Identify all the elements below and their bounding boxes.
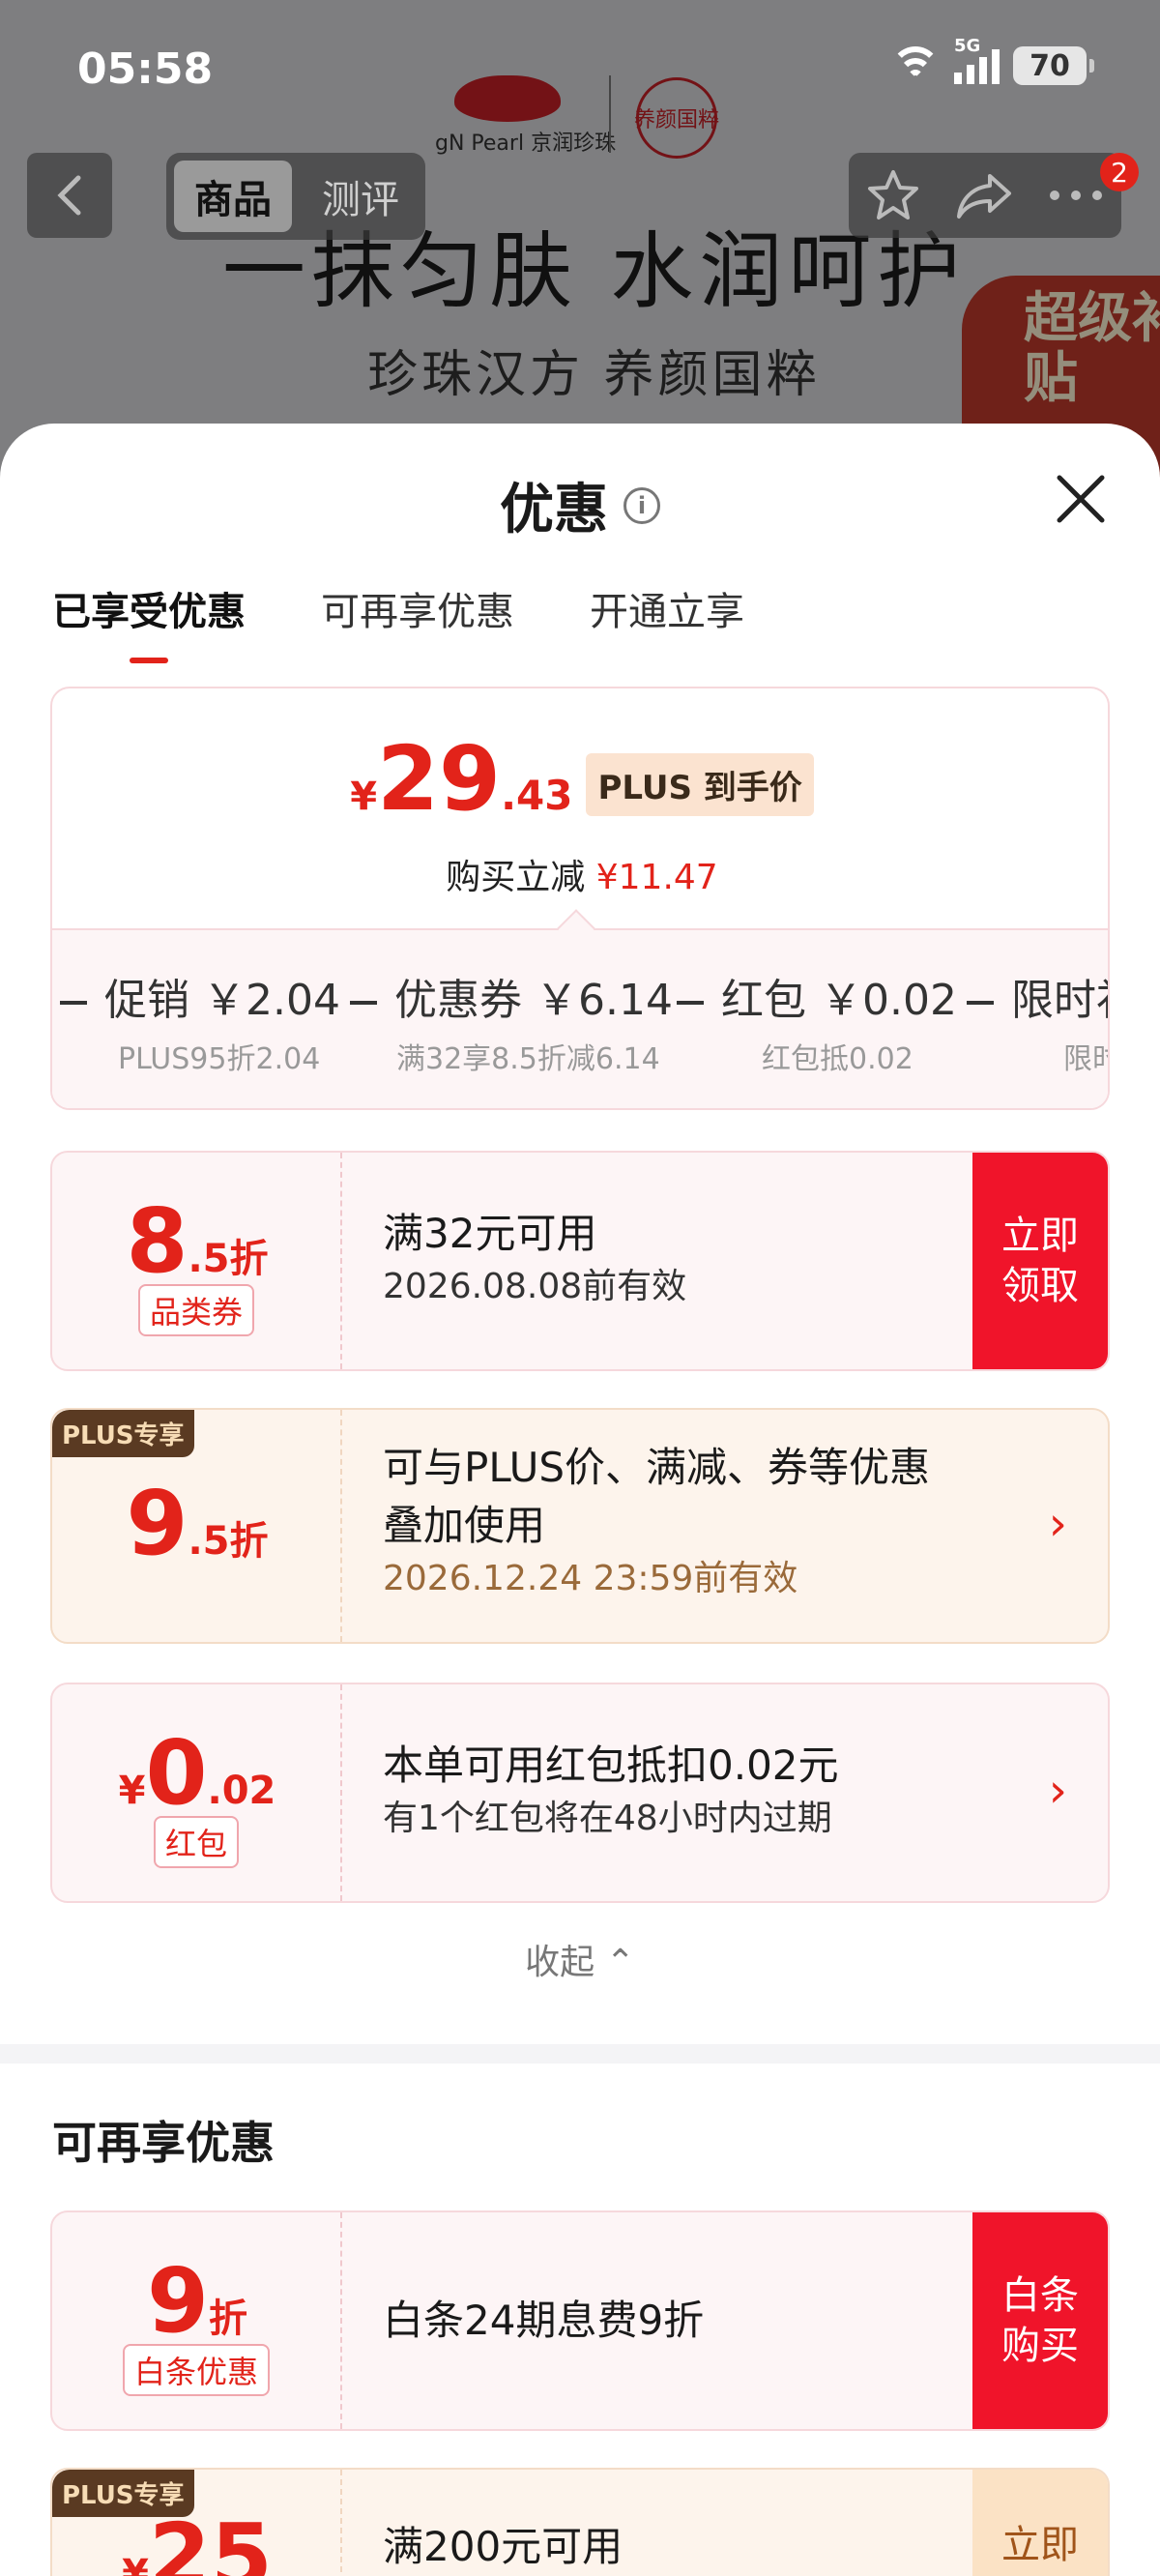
baitiao-tag: 白条优惠 [122,2344,271,2396]
plus-coupon-condition: 满200元可用 [383,2523,624,2570]
back-button[interactable] [27,153,112,238]
discount-breakdown[interactable]: 促销 ￥2.04 PLUS95折2.04 优惠券 ￥6.14 满32享8.5折减… [52,928,1108,1108]
red-packet-card[interactable]: ¥0.02 红包 本单可用红包抵扣0.02元 有1个红包将在48小时内过期 › [50,1683,1110,1903]
red-packet-title: 本单可用红包抵扣0.02元 [383,1742,839,1789]
chevron-left-icon [57,175,81,216]
red-packet-value: ¥0.02 [118,1721,276,1825]
plus-discount-value: 9.5折 [126,1472,269,1575]
coupon-value: 8.5折 [126,1189,269,1293]
claim-coupon-button[interactable]: 立即 领取 [972,1153,1108,1369]
baitiao-title: 白条24期息费9折 [383,2297,705,2344]
clock: 05:58 [77,44,214,94]
product-review-switch: 商品 测评 [166,153,425,240]
favorite-star-icon[interactable] [865,167,921,223]
coupon-type-tag: 品类券 [137,1284,255,1336]
share-icon[interactable] [955,170,1013,220]
red-packet-tag: 红包 [153,1816,240,1868]
plus-discount-title-line2: 叠加使用 [383,1502,546,1549]
breakdown-item-coupon: 优惠券 ￥6.14 [350,965,673,1027]
notification-badge: 2 [1100,153,1139,191]
breakdown-sub-promotion: PLUS95折2.04 [118,1042,321,1076]
instant-reduction: 购买立减 ¥11.47 [446,858,718,897]
tab-open-now[interactable]: 开通立享 [590,580,744,636]
final-price: ¥29.43 [350,727,573,831]
breakdown-item-limited: 限时补贴 [967,965,1108,1027]
chevron-right-icon: › [1048,1497,1067,1551]
plus-exclusive-tag: PLUS专享 [52,1410,194,1457]
signal-icon: 5G [954,36,1000,84]
tab-enjoyed[interactable]: 已享受优惠 [52,580,246,663]
discount-sheet: 优惠 i 已享受优惠 可再享优惠 开通立享 ¥29.43 PLUS 到手价 购买立… [0,424,1160,2576]
section-title-more-discounts: 可再享优惠 [52,2117,275,2169]
plus-price-tag: PLUS 到手价 [586,753,814,816]
chevron-right-icon: › [1048,1764,1067,1818]
coupon-validity: 2026.08.08前有效 [383,1267,687,1306]
breakdown-sub-limited: 限时 [1063,1042,1108,1076]
close-icon[interactable] [1050,468,1112,530]
network-label: 5G [954,36,981,56]
breakdown-sub-coupon: 满32享8.5折减6.14 [396,1042,660,1076]
status-bar: 05:58 5G 70 [0,0,1160,135]
wifi-icon [890,46,941,85]
red-packet-expiry: 有1个红包将在48小时内过期 [383,1799,832,1838]
baitiao-buy-button[interactable]: 白条 购买 [972,2212,1108,2429]
tab-review[interactable]: 测评 [302,161,420,232]
more-icon[interactable] [1047,189,1105,202]
sheet-header: 优惠 i [0,466,1160,544]
plus-discount-validity: 2026.12.24 23:59前有效 [383,1559,798,1598]
coupon-condition: 满32元可用 [383,1210,597,1257]
breakdown-item-redpacket: 红包 ￥0.02 [677,965,957,1027]
baitiao-discount-value: 9折 [146,2249,247,2353]
discount-tabs: 已享受优惠 可再享优惠 开通立享 [52,580,744,663]
section-divider [0,2044,1160,2064]
plus-discount-title: 可与PLUS价、满减、券等优惠 [383,1444,931,1491]
price-summary-card: ¥29.43 PLUS 到手价 购买立减 ¥11.47 促销 ￥2.04 PLU… [50,687,1110,1110]
battery-icon: 70 [1013,46,1094,85]
coupon-card: 8.5折 品类券 满32元可用 2026.08.08前有效 立即 领取 [50,1151,1110,1371]
baitiao-discount-card: 9折 白条优惠 白条24期息费9折 白条 购买 [50,2210,1110,2431]
collapse-button[interactable]: 收起 ⌃ [0,1934,1160,1984]
chevron-up-icon: ⌃ [605,1943,635,1982]
claim-plus-coupon-button[interactable]: 立即 [972,2470,1108,2576]
info-icon[interactable]: i [624,486,660,524]
tab-more-available[interactable]: 可再享优惠 [321,580,514,636]
breakdown-item-promotion: 促销 ￥2.04 [60,965,340,1027]
plus-discount-card[interactable]: 9.5折 PLUS专享 可与PLUS价、满减、券等优惠 叠加使用 2026.12… [50,1408,1110,1644]
tab-product[interactable]: 商品 [174,161,292,232]
breakdown-sub-redpacket: 红包抵0.02 [762,1042,914,1076]
plus-exclusive-tag: PLUS专享 [52,2470,194,2517]
sheet-title: 优惠 [500,479,608,542]
nav-actions [849,153,1121,238]
plus-coupon-card: ¥25 PLUS专享 满200元可用 立即 [50,2468,1110,2576]
